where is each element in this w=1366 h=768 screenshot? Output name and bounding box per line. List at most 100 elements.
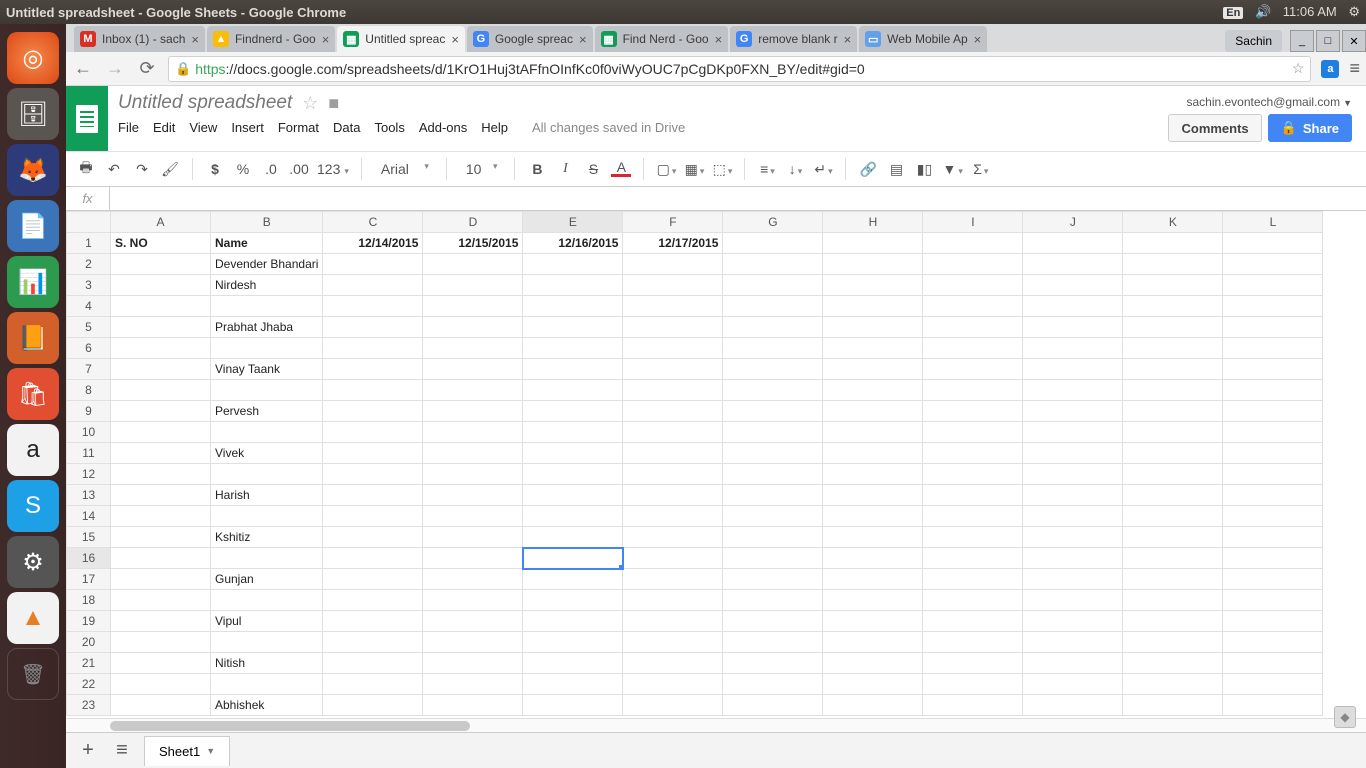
folder-icon[interactable]: ■ bbox=[328, 93, 339, 114]
cell[interactable] bbox=[523, 632, 623, 653]
cell[interactable] bbox=[623, 380, 723, 401]
cell[interactable] bbox=[1023, 233, 1123, 254]
cell[interactable] bbox=[211, 632, 323, 653]
cell[interactable] bbox=[523, 338, 623, 359]
cell[interactable] bbox=[1023, 443, 1123, 464]
cell[interactable] bbox=[423, 296, 523, 317]
cell[interactable]: Vinay Taank bbox=[211, 359, 323, 380]
cell[interactable] bbox=[111, 401, 211, 422]
cell[interactable] bbox=[423, 695, 523, 716]
cell[interactable]: Nirdesh bbox=[211, 275, 323, 296]
browser-tab[interactable]: GGoogle spreac× bbox=[467, 26, 593, 52]
currency-icon[interactable]: $ bbox=[205, 161, 225, 177]
maximize-button[interactable]: □ bbox=[1316, 30, 1340, 52]
cell[interactable] bbox=[111, 464, 211, 485]
close-tab-icon[interactable]: × bbox=[191, 32, 199, 47]
cell[interactable] bbox=[723, 590, 823, 611]
vertical-align-icon[interactable]: ↓ bbox=[785, 161, 805, 177]
cell[interactable] bbox=[623, 548, 723, 569]
row-header[interactable]: 20 bbox=[67, 632, 111, 653]
cell[interactable] bbox=[323, 590, 423, 611]
cell[interactable] bbox=[523, 275, 623, 296]
cell[interactable] bbox=[823, 569, 923, 590]
formula-input[interactable] bbox=[110, 191, 1366, 206]
filter-icon[interactable]: ▼ bbox=[942, 161, 962, 177]
menu-help[interactable]: Help bbox=[481, 120, 508, 135]
column-header[interactable]: I bbox=[923, 212, 1023, 233]
cell[interactable] bbox=[623, 443, 723, 464]
fill-color-icon[interactable]: ▢ bbox=[656, 161, 676, 178]
cell[interactable] bbox=[423, 569, 523, 590]
cell[interactable] bbox=[1123, 317, 1223, 338]
cell[interactable] bbox=[1223, 695, 1323, 716]
cell[interactable] bbox=[1023, 695, 1123, 716]
cell[interactable] bbox=[1123, 611, 1223, 632]
cell[interactable] bbox=[423, 443, 523, 464]
cell[interactable] bbox=[1123, 590, 1223, 611]
cell[interactable] bbox=[1223, 674, 1323, 695]
cell[interactable] bbox=[423, 422, 523, 443]
cell[interactable] bbox=[1223, 485, 1323, 506]
cell[interactable] bbox=[1223, 317, 1323, 338]
cell[interactable] bbox=[1023, 380, 1123, 401]
bookmark-star-icon[interactable]: ☆ bbox=[1292, 60, 1305, 77]
cell[interactable] bbox=[111, 632, 211, 653]
cell[interactable] bbox=[1223, 443, 1323, 464]
cell[interactable] bbox=[423, 401, 523, 422]
close-tab-icon[interactable]: × bbox=[322, 32, 330, 47]
cell[interactable] bbox=[823, 590, 923, 611]
cell[interactable] bbox=[423, 359, 523, 380]
share-button[interactable]: 🔒Share bbox=[1268, 114, 1352, 142]
cell[interactable]: S. NO bbox=[111, 233, 211, 254]
cell[interactable] bbox=[923, 401, 1023, 422]
cell[interactable] bbox=[823, 275, 923, 296]
browser-tab[interactable]: MInbox (1) - sach× bbox=[74, 26, 205, 52]
row-header[interactable]: 1 bbox=[67, 233, 111, 254]
cell[interactable] bbox=[1123, 527, 1223, 548]
cell[interactable] bbox=[923, 632, 1023, 653]
cell[interactable] bbox=[923, 233, 1023, 254]
row-header[interactable]: 3 bbox=[67, 275, 111, 296]
cell[interactable] bbox=[723, 527, 823, 548]
column-header[interactable]: J bbox=[1023, 212, 1123, 233]
cell[interactable] bbox=[423, 548, 523, 569]
menu-file[interactable]: File bbox=[118, 120, 139, 135]
cell[interactable] bbox=[1023, 338, 1123, 359]
cell[interactable] bbox=[1223, 632, 1323, 653]
strikethrough-icon[interactable]: S bbox=[583, 161, 603, 177]
cell[interactable] bbox=[1223, 527, 1323, 548]
launcher-ff[interactable]: 🦊 bbox=[7, 144, 59, 196]
row-header[interactable]: 19 bbox=[67, 611, 111, 632]
cell[interactable] bbox=[923, 590, 1023, 611]
cell[interactable] bbox=[1023, 653, 1123, 674]
cell[interactable] bbox=[1123, 485, 1223, 506]
cell[interactable] bbox=[723, 674, 823, 695]
cell[interactable] bbox=[1223, 254, 1323, 275]
cell[interactable] bbox=[923, 527, 1023, 548]
cell[interactable] bbox=[923, 548, 1023, 569]
insert-comment-icon[interactable]: ▤ bbox=[886, 161, 906, 178]
clock[interactable]: 11:06 AM bbox=[1283, 4, 1337, 19]
row-header[interactable]: 21 bbox=[67, 653, 111, 674]
cell[interactable] bbox=[1123, 632, 1223, 653]
cell[interactable] bbox=[523, 254, 623, 275]
cell[interactable] bbox=[923, 380, 1023, 401]
menu-format[interactable]: Format bbox=[278, 120, 319, 135]
cell[interactable] bbox=[211, 380, 323, 401]
cell[interactable] bbox=[723, 254, 823, 275]
gear-icon[interactable]: ⚙ bbox=[1348, 4, 1360, 19]
cell[interactable] bbox=[523, 485, 623, 506]
cell[interactable] bbox=[723, 611, 823, 632]
cell[interactable]: 12/17/2015 bbox=[623, 233, 723, 254]
cell[interactable] bbox=[1223, 338, 1323, 359]
launcher-lo-calc[interactable]: 📊 bbox=[7, 256, 59, 308]
cell[interactable] bbox=[623, 317, 723, 338]
cell[interactable] bbox=[523, 695, 623, 716]
column-header[interactable]: G bbox=[723, 212, 823, 233]
row-header[interactable]: 16 bbox=[67, 548, 111, 569]
cell[interactable] bbox=[1123, 674, 1223, 695]
cell[interactable] bbox=[723, 380, 823, 401]
select-all-corner[interactable] bbox=[67, 212, 111, 233]
font-size-selector[interactable]: 10 bbox=[459, 158, 503, 180]
cell[interactable]: Harish bbox=[211, 485, 323, 506]
